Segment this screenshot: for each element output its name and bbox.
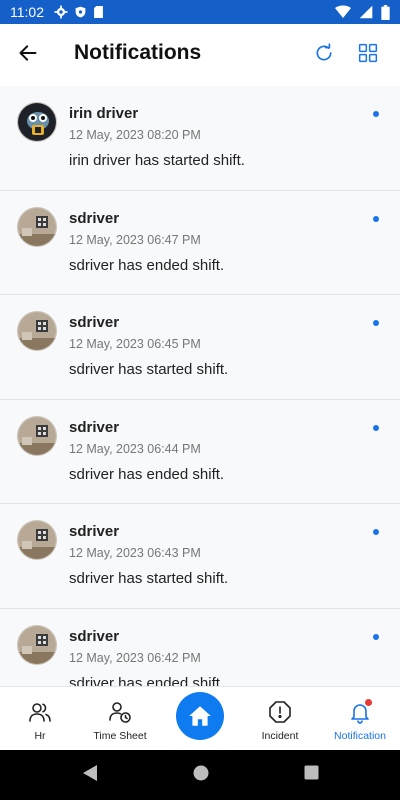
nav-label-notification: Notification [334, 730, 386, 742]
unread-dot [373, 633, 379, 640]
notification-message: sdriver has started shift. [69, 361, 229, 378]
nav-label-hr: Hr [34, 730, 46, 742]
system-nav-bar [0, 750, 400, 800]
home-button[interactable] [176, 692, 224, 740]
notification-sender: sdriver [69, 523, 120, 540]
users-icon [27, 699, 53, 725]
notification-item[interactable]: sdriver 12 May, 2023 06:42 PM sdriver ha… [0, 608, 400, 687]
avatar [17, 520, 57, 560]
nav-item-home[interactable] [160, 687, 240, 750]
status-time: 11:02 [10, 4, 44, 20]
notification-item[interactable]: sdriver 12 May, 2023 06:43 PM sdriver ha… [0, 504, 400, 609]
notification-date: 12 May, 2023 06:45 PM [69, 337, 201, 351]
notification-date: 12 May, 2023 06:43 PM [69, 546, 201, 560]
notification-sender: sdriver [69, 314, 120, 331]
avatar [17, 102, 57, 142]
nav-item-hr[interactable]: Hr [0, 687, 80, 750]
battery-icon [381, 4, 390, 20]
unread-dot [373, 111, 379, 117]
status-bar: 11:02 [0, 0, 400, 24]
alert-octagon-icon [267, 699, 293, 725]
nav-item-incident[interactable]: Incident [240, 687, 320, 750]
notification-message: sdriver has ended shift. [69, 465, 225, 483]
page-title: Notifications [74, 41, 202, 64]
nav-item-notification[interactable]: Notification [320, 687, 400, 750]
signal-icon [359, 5, 373, 19]
notification-badge [365, 699, 372, 706]
refresh-icon[interactable] [312, 41, 336, 65]
unread-dot [373, 529, 379, 535]
notification-sender: sdriver [69, 418, 120, 436]
notification-date: 12 May, 2023 08:20 PM [69, 128, 201, 142]
nav-item-time-sheet[interactable]: Time Sheet [80, 687, 160, 750]
nav-label-time-sheet: Time Sheet [93, 730, 147, 742]
sd-card-icon [93, 5, 104, 19]
bottom-nav: Hr Time Sheet Incident Notification [0, 686, 400, 750]
avatar [17, 624, 57, 665]
nav-label-incident: Incident [261, 730, 299, 742]
notification-item[interactable]: sdriver 12 May, 2023 06:44 PM sdriver ha… [0, 399, 400, 504]
notification-sender: sdriver [69, 627, 120, 645]
back-triangle-icon[interactable] [82, 764, 98, 787]
notification-date: 12 May, 2023 06:42 PM [69, 650, 201, 665]
user-clock-icon [107, 699, 133, 725]
avatar [17, 311, 57, 351]
grid-icon[interactable] [356, 41, 380, 65]
home-icon [189, 706, 211, 726]
avatar [17, 206, 57, 247]
arrow-left-icon[interactable] [14, 39, 42, 67]
notification-sender: sdriver [69, 209, 120, 227]
notification-message: sdriver has ended shift. [69, 674, 225, 687]
notification-date: 12 May, 2023 06:47 PM [69, 232, 201, 247]
unread-dot [373, 215, 379, 222]
avatar [17, 415, 57, 456]
unread-dot [373, 320, 379, 326]
notification-item[interactable]: sdriver 12 May, 2023 06:47 PM sdriver ha… [0, 190, 400, 295]
shield-icon [74, 5, 87, 19]
notification-message: sdriver has ended shift. [69, 256, 225, 274]
notification-sender: irin driver [69, 105, 139, 122]
notification-item[interactable]: irin driver 12 May, 2023 08:20 PM irin d… [0, 86, 400, 191]
wifi-icon [335, 5, 351, 19]
notification-message: irin driver has started shift. [69, 152, 245, 169]
recents-square-icon[interactable] [304, 765, 319, 785]
notification-list[interactable]: irin driver 12 May, 2023 08:20 PM irin d… [0, 86, 400, 686]
unread-dot [373, 424, 379, 431]
notification-item[interactable]: sdriver 12 May, 2023 06:45 PM sdriver ha… [0, 295, 400, 400]
app-bar: Notifications [0, 24, 400, 82]
notification-date: 12 May, 2023 06:44 PM [69, 441, 201, 456]
gear-icon [54, 5, 68, 19]
notification-message: sdriver has started shift. [69, 570, 229, 587]
home-circle-icon[interactable] [193, 765, 209, 786]
